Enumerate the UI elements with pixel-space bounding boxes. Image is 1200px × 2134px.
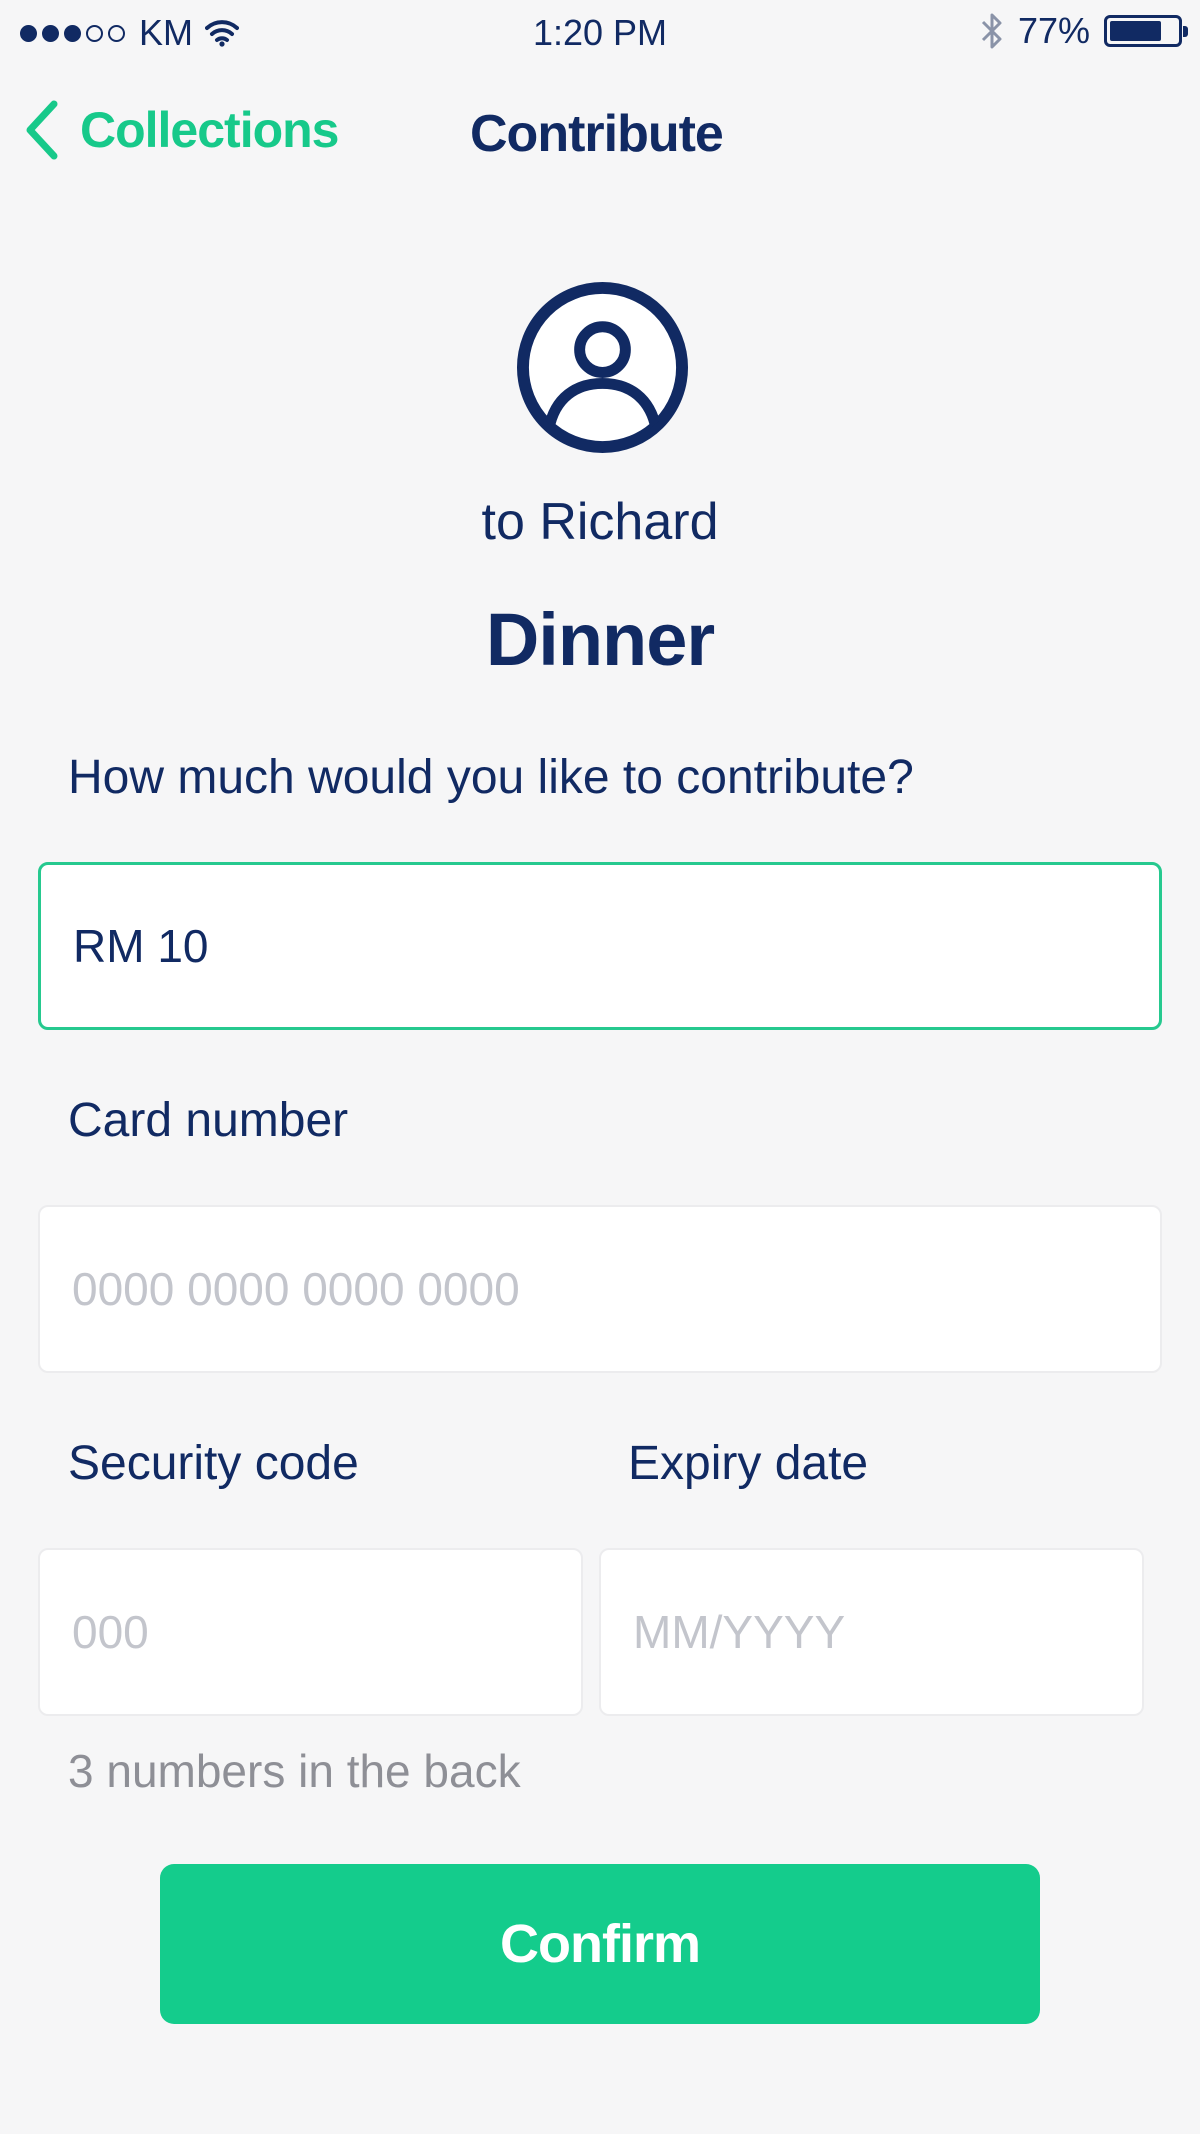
- status-right: 77%: [980, 10, 1188, 52]
- security-code-input[interactable]: [38, 1548, 583, 1716]
- user-circle-icon: [516, 281, 689, 454]
- collection-title: Dinner: [485, 598, 715, 681]
- back-button[interactable]: Collections: [24, 100, 339, 160]
- battery-icon: [1104, 15, 1188, 47]
- card-number-label: Card number: [68, 1094, 349, 1147]
- expiry-date-input[interactable]: [599, 1548, 1144, 1716]
- security-code-hint: 3 numbers in the back: [68, 1745, 521, 1797]
- amount-input[interactable]: [38, 862, 1162, 1030]
- security-code-label: Security code: [68, 1437, 359, 1490]
- status-bar: KM 1:20 PM 77%: [0, 0, 1200, 64]
- battery-cap: [1183, 26, 1188, 37]
- bluetooth-icon: [981, 13, 1002, 49]
- back-button-label: Collections: [80, 102, 339, 158]
- amount-label: How much would you like to contribute?: [68, 751, 914, 804]
- page-title: Contribute: [470, 105, 724, 163]
- chevron-left-icon: [26, 100, 58, 160]
- expiry-date-label: Expiry date: [628, 1437, 869, 1490]
- navigation-bar: Collections Contribute: [0, 90, 1200, 180]
- recipient-name: to Richard: [481, 493, 719, 551]
- card-number-input[interactable]: [38, 1205, 1162, 1373]
- battery-fill: [1110, 21, 1161, 41]
- battery-percentage: 77%: [1017, 10, 1090, 51]
- confirm-button[interactable]: Confirm: [160, 1864, 1040, 2024]
